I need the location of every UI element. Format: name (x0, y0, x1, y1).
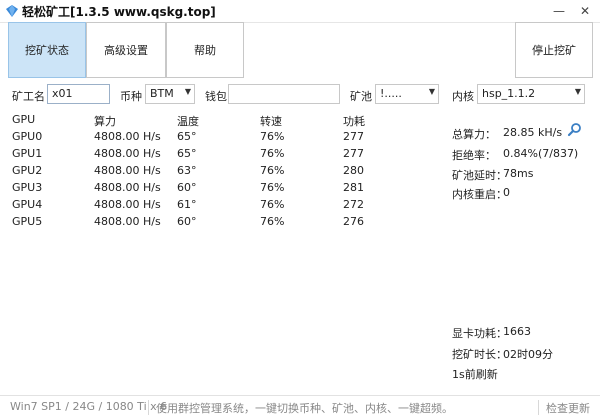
stat-pool-latency: 矿池延时： 78ms (452, 167, 533, 183)
stat-label: 拒绝率： (452, 149, 496, 162)
cell-fan: 76% (260, 164, 285, 177)
stat-label: 矿池延时： (452, 169, 507, 182)
cell-fan: 76% (260, 215, 285, 228)
table-row: GPU1 4808.00 H/s 65° 76% 277 (0, 147, 440, 164)
check-update-link[interactable]: 检查更新 (546, 400, 590, 416)
status-separator (538, 400, 539, 415)
toolbar: 挖矿状态 高级设置 帮助 停止挖矿 (0, 22, 600, 80)
cell-power: 277 (343, 147, 364, 160)
stat-reject-rate: 拒绝率： 0.84%(7/837) (452, 147, 578, 163)
refresh-note: 1s前刷新 (452, 366, 498, 382)
cell-power: 277 (343, 130, 364, 143)
cell-power: 276 (343, 215, 364, 228)
close-button[interactable]: ✕ (574, 2, 596, 20)
coin-select-value: BTM (150, 87, 174, 100)
cell-temp: 65° (177, 130, 197, 143)
cell-hashrate: 4808.00 H/s (94, 130, 161, 143)
stat-total-hashrate: 总算力： 28.85 kH/s (452, 126, 562, 142)
table-row: GPU5 4808.00 H/s 60° 76% 276 (0, 215, 440, 232)
pool-select-value: !..... (380, 87, 402, 100)
status-bar: Win7 SP1 / 24G / 1080 Ti x 6 使用群控管理系统，一键… (0, 395, 600, 419)
header-power: 功耗 (343, 115, 365, 128)
pool-label: 矿池 (350, 90, 372, 103)
cell-fan: 76% (260, 198, 285, 211)
wallet-input[interactable] (228, 84, 340, 104)
cell-gpu: GPU2 (12, 164, 43, 177)
diamond-icon (6, 5, 18, 17)
coin-select[interactable]: BTM ▼ (145, 84, 195, 104)
tab-mining-status[interactable]: 挖矿状态 (8, 22, 86, 78)
stat-label: 内核重启： (452, 188, 507, 201)
tab-advanced-settings[interactable]: 高级设置 (86, 22, 166, 78)
header-hashrate: 算力 (94, 115, 116, 128)
stat-value: 0 (503, 186, 510, 199)
worker-label: 矿工名 (12, 90, 45, 103)
header-fan: 转速 (260, 115, 282, 128)
stat-value: 1663 (503, 325, 531, 338)
table-row: GPU2 4808.00 H/s 63° 76% 280 (0, 164, 440, 181)
cell-fan: 76% (260, 147, 285, 160)
cell-gpu: GPU4 (12, 198, 43, 211)
chevron-down-icon: ▼ (184, 87, 191, 96)
cell-power: 280 (343, 164, 364, 177)
cell-temp: 61° (177, 198, 197, 211)
tab-help[interactable]: 帮助 (166, 22, 244, 78)
cell-hashrate: 4808.00 H/s (94, 147, 161, 160)
stat-value: 0.84%(7/837) (503, 147, 579, 160)
refresh-text: 1s前刷新 (452, 368, 498, 381)
table-row: GPU3 4808.00 H/s 60° 76% 281 (0, 181, 440, 198)
cell-hashrate: 4808.00 H/s (94, 164, 161, 177)
table-row: GPU0 4808.00 H/s 65° 76% 277 (0, 130, 440, 147)
cell-fan: 76% (260, 130, 285, 143)
cell-temp: 65° (177, 147, 197, 160)
stat-card-power: 显卡功耗： 1663 (452, 325, 531, 341)
minimize-button[interactable]: — (548, 2, 570, 20)
header-gpu: GPU (12, 113, 36, 126)
coin-label: 币种 (120, 90, 142, 103)
gpu-table-header: GPU 算力 温度 转速 功耗 (0, 113, 440, 129)
config-row: 矿工名 x01 币种 BTM ▼ 钱包 矿池 !..... ▼ 内核 hsp_1… (0, 84, 600, 106)
stat-label: 显卡功耗： (452, 327, 507, 340)
chevron-down-icon: ▼ (428, 87, 435, 96)
table-row: GPU4 4808.00 H/s 61° 76% 272 (0, 198, 440, 215)
stat-kernel-restart: 内核重启： 0 (452, 186, 510, 202)
stat-mining-time: 挖矿时长： 02时09分 (452, 346, 553, 362)
system-info: Win7 SP1 / 24G / 1080 Ti x 6 (10, 400, 168, 413)
cell-gpu: GPU0 (12, 130, 43, 143)
cell-temp: 60° (177, 181, 197, 194)
kernel-select-value: hsp_1.1.2 (482, 87, 536, 100)
kernel-label: 内核 (452, 90, 474, 103)
stat-label: 挖矿时长： (452, 348, 507, 361)
stat-value: 78ms (503, 167, 534, 180)
cell-gpu: GPU3 (12, 181, 43, 194)
window-title: 轻松矿工[1.3.5 www.qskg.top] (22, 5, 216, 19)
stat-label: 总算力： (452, 128, 496, 141)
cell-gpu: GPU5 (12, 215, 43, 228)
cell-power: 272 (343, 198, 364, 211)
pool-select[interactable]: !..... ▼ (375, 84, 439, 104)
wallet-label: 钱包 (205, 90, 227, 103)
cell-hashrate: 4808.00 H/s (94, 215, 161, 228)
stat-value: 28.85 kH/s (503, 126, 563, 139)
stop-mining-button[interactable]: 停止挖矿 (515, 22, 593, 78)
status-separator (148, 400, 149, 415)
cell-gpu: GPU1 (12, 147, 43, 160)
cell-hashrate: 4808.00 H/s (94, 181, 161, 194)
cell-hashrate: 4808.00 H/s (94, 198, 161, 211)
stat-value: 02时09分 (503, 348, 553, 361)
worker-name-input[interactable]: x01 (47, 84, 110, 104)
magnifier-icon[interactable] (567, 122, 582, 137)
cell-temp: 63° (177, 164, 197, 177)
cell-fan: 76% (260, 181, 285, 194)
kernel-select[interactable]: hsp_1.1.2 ▼ (477, 84, 585, 104)
title-bar: 轻松矿工[1.3.5 www.qskg.top] — ✕ (0, 0, 600, 23)
ad-link[interactable]: 使用群控管理系统，一键切换币种、矿池、内核、一键超频。 (156, 400, 453, 416)
cell-temp: 60° (177, 215, 197, 228)
cell-power: 281 (343, 181, 364, 194)
header-temp: 温度 (177, 115, 199, 128)
chevron-down-icon: ▼ (574, 87, 581, 96)
